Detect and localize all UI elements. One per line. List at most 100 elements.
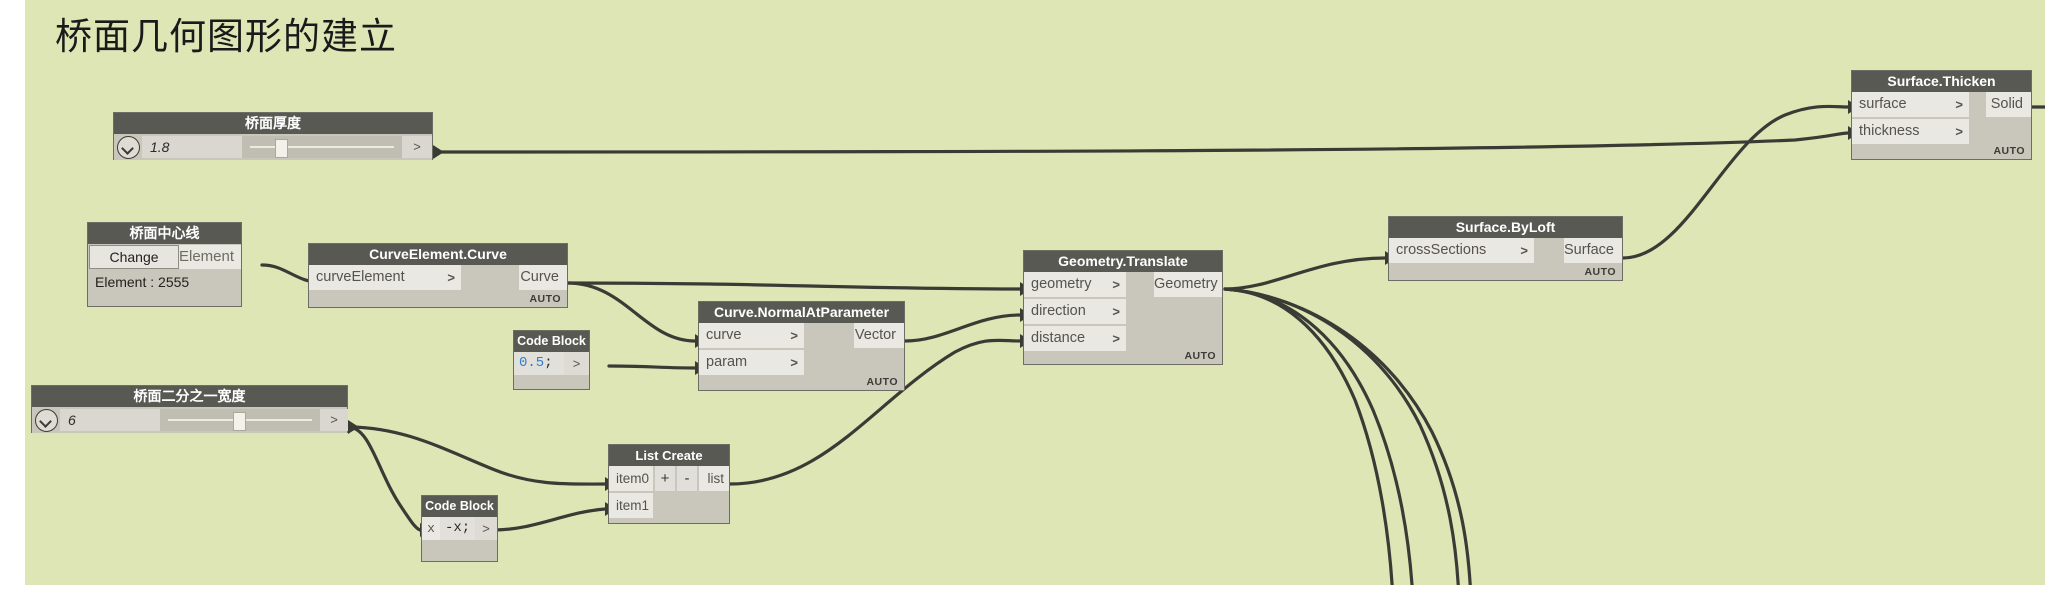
auto-label: AUTO <box>866 376 898 388</box>
auto-label: AUTO <box>1993 145 2025 157</box>
code-row[interactable]: x -x; > <box>422 517 497 540</box>
code-number: 0.5 <box>519 355 545 371</box>
port-label: curveElement <box>316 269 405 285</box>
chevron-down-icon[interactable] <box>35 409 58 432</box>
slider-thumb[interactable] <box>275 139 288 158</box>
slider-track[interactable] <box>160 409 320 431</box>
add-item-button[interactable]: + <box>655 466 675 491</box>
port-row: param > <box>699 350 904 375</box>
port-label: curve <box>706 327 742 343</box>
port-row: curveElement > Curve <box>309 265 567 290</box>
node-title: 桥面二分之一宽度 <box>32 386 347 407</box>
picker-value-row: Element : 2555 <box>88 270 241 306</box>
node-list-create[interactable]: List Create item0 + - list item1 <box>608 444 730 524</box>
node-centerline-picker[interactable]: 桥面中心线 Change Element Element : 2555 <box>87 222 242 307</box>
node-title: Surface.Thicken <box>1852 71 2031 92</box>
node-surface-thicken[interactable]: Surface.Thicken surface > Solid thicknes… <box>1851 70 2032 160</box>
page-title: 桥面几何图形的建立 <box>55 16 397 57</box>
port-label: direction <box>1031 303 1086 319</box>
port-row: item0 + - list <box>609 466 729 491</box>
output-port-chevron[interactable]: > <box>402 136 432 158</box>
input-port-curve[interactable]: curve > <box>699 323 804 348</box>
node-title: Code Block <box>422 496 497 517</box>
node-title: Geometry.Translate <box>1024 251 1222 272</box>
input-port-surface[interactable]: surface > <box>1852 92 1969 117</box>
node-title: Code Block <box>514 331 589 352</box>
port-label: distance <box>1031 330 1086 346</box>
output-port-curve[interactable]: Curve <box>519 265 567 290</box>
input-port-item1[interactable]: item1 <box>609 493 653 518</box>
auto-label: AUTO <box>529 293 561 305</box>
output-port-vector[interactable]: Vector <box>854 323 904 348</box>
chevron-right-icon: > <box>1520 243 1528 258</box>
code-tail: ; <box>544 355 553 371</box>
input-port-distance[interactable]: distance > <box>1024 326 1126 351</box>
slider-track[interactable] <box>242 136 402 158</box>
port-row: thickness > <box>1852 119 2031 144</box>
code-text[interactable]: 0.5; <box>514 352 566 375</box>
node-geometry-translate[interactable]: Geometry.Translate geometry > Geometry d… <box>1023 250 1223 365</box>
chevron-right-icon: > <box>447 270 455 285</box>
input-port-geometry[interactable]: geometry > <box>1024 272 1126 297</box>
port-label: surface <box>1859 96 1907 112</box>
port-label: thickness <box>1859 123 1920 139</box>
output-port-element[interactable]: Element <box>179 245 241 269</box>
output-port-surface[interactable]: Surface <box>1564 238 1622 263</box>
slider-value[interactable]: 1.8 <box>142 136 242 158</box>
chevron-right-icon: > <box>1112 331 1120 346</box>
output-port-solid[interactable]: Solid <box>1986 92 2031 117</box>
auto-label: AUTO <box>1584 266 1616 278</box>
port-row: geometry > Geometry <box>1024 272 1222 297</box>
port-row: direction > <box>1024 299 1222 324</box>
node-curveelement-curve[interactable]: CurveElement.Curve curveElement > Curve … <box>308 243 568 308</box>
input-port-x[interactable]: x <box>422 517 440 540</box>
output-port-chevron[interactable]: > <box>475 517 497 540</box>
port-label: geometry <box>1031 276 1092 292</box>
slider-thumb[interactable] <box>233 412 246 431</box>
chevron-right-icon: > <box>790 328 798 343</box>
slider-rail <box>250 146 394 148</box>
input-port-crosssections[interactable]: crossSections > <box>1389 238 1534 263</box>
output-port-chevron[interactable]: > <box>320 409 348 431</box>
node-title: 桥面中心线 <box>88 223 241 244</box>
chevron-down-icon[interactable] <box>117 136 140 159</box>
port-row: surface > Solid <box>1852 92 2031 117</box>
port-label: crossSections <box>1396 242 1487 258</box>
node-title: List Create <box>609 445 729 466</box>
wire-arrow <box>433 145 444 159</box>
code-text[interactable]: -x; <box>440 517 476 540</box>
slider-value[interactable]: 6 <box>60 409 160 431</box>
input-port-curveelement[interactable]: curveElement > <box>309 265 461 290</box>
node-halfwidth-slider[interactable]: 桥面二分之一宽度 6 > <box>31 385 348 433</box>
slider-body[interactable]: 6 > <box>32 407 348 433</box>
code-row[interactable]: 0.5; > <box>514 352 589 375</box>
port-row: crossSections > Surface <box>1389 238 1622 263</box>
dynamo-canvas[interactable]: 桥面几何图形的建立 桥面厚度 1.8 > 桥面中心线 Change Elemen… <box>25 0 2045 585</box>
input-port-item0[interactable]: item0 <box>609 466 653 491</box>
output-port-geometry[interactable]: Geometry <box>1154 272 1222 297</box>
node-surface-byloft[interactable]: Surface.ByLoft crossSections > Surface A… <box>1388 216 1623 281</box>
node-code-block-param[interactable]: Code Block 0.5; > <box>513 330 590 390</box>
output-port-chevron[interactable]: > <box>564 352 589 375</box>
auto-label: AUTO <box>1184 350 1216 362</box>
picker-row: Change Element <box>88 244 241 270</box>
chevron-right-icon: > <box>1112 277 1120 292</box>
output-port-list[interactable]: list <box>699 466 729 491</box>
dynamo-screenshot: 桥面几何图形的建立 桥面厚度 1.8 > 桥面中心线 Change Elemen… <box>0 0 2069 600</box>
port-row: curve > Vector <box>699 323 904 348</box>
input-port-thickness[interactable]: thickness > <box>1852 119 1969 144</box>
input-port-direction[interactable]: direction > <box>1024 299 1126 324</box>
slider-body[interactable]: 1.8 > <box>114 134 432 160</box>
port-row: item1 <box>609 493 729 518</box>
node-curve-normalatparameter[interactable]: Curve.NormalAtParameter curve > Vector p… <box>698 301 905 391</box>
remove-item-button[interactable]: - <box>677 466 697 491</box>
node-thickness-slider[interactable]: 桥面厚度 1.8 > <box>113 112 433 160</box>
picker-value: Element : 2555 <box>95 274 190 290</box>
node-code-block-negate[interactable]: Code Block x -x; > <box>421 495 498 562</box>
input-port-param[interactable]: param > <box>699 350 804 375</box>
change-button[interactable]: Change <box>89 245 179 269</box>
wire-arrow <box>348 420 359 434</box>
chevron-right-icon: > <box>790 355 798 370</box>
port-row: distance > <box>1024 326 1222 351</box>
node-title: Curve.NormalAtParameter <box>699 302 904 323</box>
